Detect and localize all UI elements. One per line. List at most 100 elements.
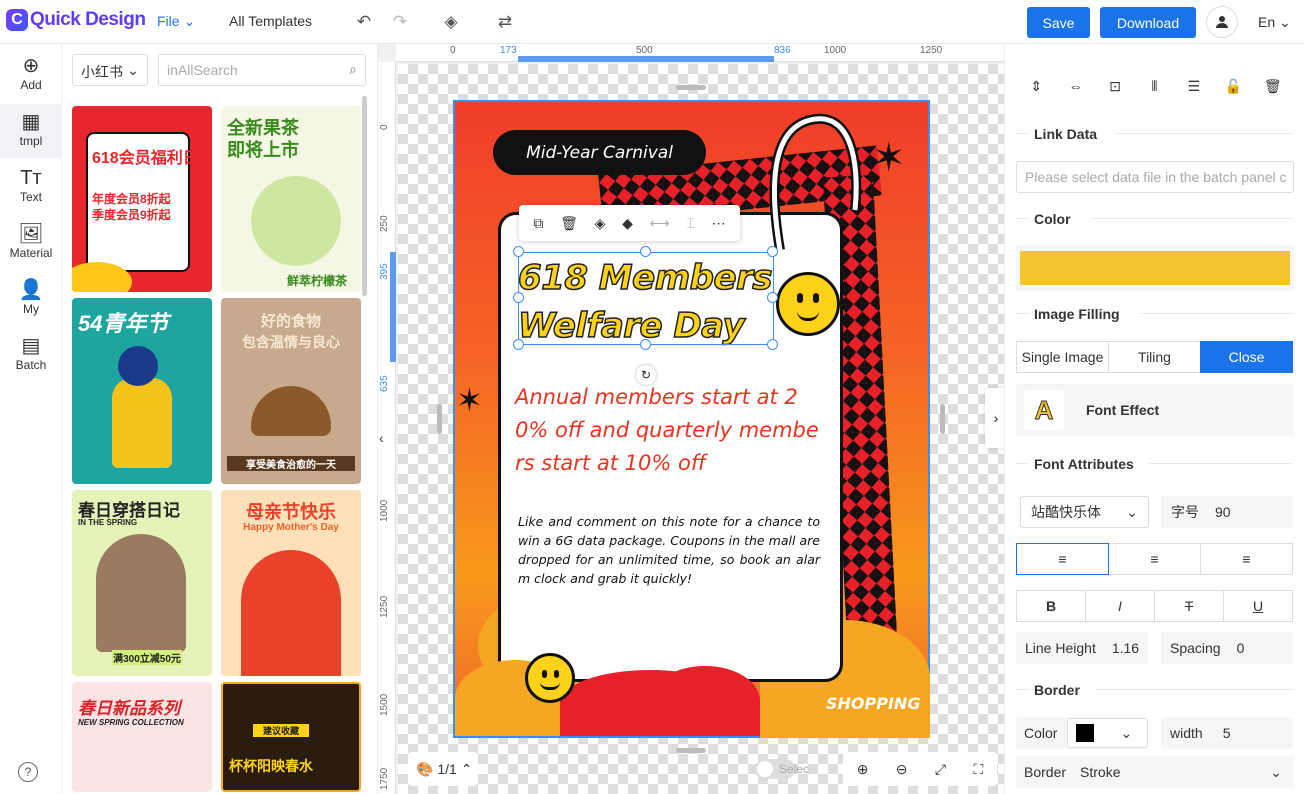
fit-screen-icon[interactable]: ⤢ [935,761,946,778]
template-search-input[interactable]: inAllSearch ⌕ [158,54,366,86]
save-button[interactable]: Save [1027,7,1090,38]
position-icon[interactable]: ⊡ [1095,66,1135,106]
undo-icon[interactable]: ↶ [353,11,375,33]
distribute-icon[interactable]: ⫴ [1134,66,1174,106]
thumb-title: 春日新品系列 [78,699,180,718]
badge-pill[interactable]: Mid-Year Carnival [493,130,706,175]
template-thumbnail[interactable]: 54青年节 [72,298,212,484]
template-thumbnail[interactable]: 全新果茶 即将上市 鲜萃柠檬茶 [221,106,361,292]
font-effect-row[interactable]: A Font Effect [1016,384,1294,436]
plus-circle-icon: ⊕ [22,55,40,77]
language-select[interactable]: En ⌄ [1258,14,1291,31]
more-icon[interactable]: ⋯ [712,215,726,232]
horizontal-spacing-icon[interactable]: ⟷ [650,215,670,232]
ruler-tick: 0 [450,45,456,56]
align-left-icon[interactable]: ≡ [1016,543,1109,575]
underline-icon[interactable]: U [1223,590,1293,622]
rail-my[interactable]: 👤 My [0,278,62,332]
template-thumbnail[interactable]: 好的食物 包含温情与良心 享受美食治愈的一天 [221,298,361,484]
template-thumbnail[interactable]: 春日新品系列 NEW SPRING COLLECTION [72,682,212,792]
spacing-field[interactable]: Spacing 0 [1161,632,1293,664]
text-icon: Tт [20,167,42,189]
translate-icon[interactable]: ⇄ [494,11,516,33]
layer-up-icon[interactable]: ◈ [595,215,606,232]
resize-handle[interactable] [767,339,778,350]
fullscreen-icon[interactable]: ⛶ [973,761,983,778]
link-data-input[interactable]: Please select data file in the batch pan… [1016,161,1294,193]
rail-tmpl[interactable]: ▦ tmpl [0,104,62,158]
font-size-field[interactable]: 字号 90 [1161,496,1293,528]
italic-icon[interactable]: I [1085,590,1155,622]
category-select[interactable]: 小红书 ⌄ [72,54,148,86]
resize-handle[interactable] [640,246,651,257]
resize-handle[interactable] [640,339,651,350]
resize-handle[interactable] [513,339,524,350]
chevron-left-icon[interactable]: ‹ [379,430,384,446]
download-button[interactable]: Download [1100,7,1196,38]
border-color-select[interactable]: ⌄ [1067,718,1148,748]
resize-handle[interactable] [767,292,778,303]
page-selector[interactable]: 🎨 1/1 ⌃ [408,752,478,786]
line-height-field[interactable]: Line Height 1.16 [1016,632,1148,664]
align-vertical-center-icon[interactable]: ⇕ [1016,66,1056,106]
zoom-in-icon[interactable]: ⊕ [857,761,869,778]
rail-add[interactable]: ⊕ Add [0,54,62,108]
tiling-option[interactable]: Tiling [1108,341,1201,373]
body-text[interactable]: Like and comment on this note for a chan… [518,512,820,588]
rail-material[interactable]: 🖼 Material [0,222,62,276]
rail-batch[interactable]: ▤ Batch [0,334,62,388]
footer-text[interactable]: SHOPPING [826,694,920,713]
align-middle-icon[interactable]: ☰ [1174,66,1214,106]
delete-icon[interactable]: 🗑 [560,215,578,232]
ruler-tick: 635 [379,375,390,392]
app-logo[interactable]: C Quick Design [6,9,146,31]
border-color-field[interactable]: Color ⌄ [1016,717,1148,749]
vertical-spacing-icon[interactable]: ⌶ [686,215,694,232]
ruler-tick: 1250 [379,595,390,618]
bold-icon[interactable]: B [1016,590,1086,622]
divider [1091,218,1293,219]
layers-icon[interactable]: ◈ [440,11,462,33]
resize-handle[interactable] [676,748,706,753]
template-thumbnail[interactable]: 建议收藏 杯杯阳映春水 [221,682,361,792]
lock-icon[interactable]: 🔓 [1213,66,1253,106]
resize-handle[interactable] [513,292,524,303]
resize-handle[interactable] [513,246,524,257]
zoom-out-icon[interactable]: ⊖ [896,761,908,778]
template-thumbnail[interactable]: 春日穿搭日记 IN THE SPRING 满300立减50元 [72,490,212,676]
resize-handle[interactable] [676,85,706,90]
smiley-sticker[interactable] [525,653,575,703]
rail-text[interactable]: Tт Text [0,166,62,220]
align-horizontal-center-icon[interactable]: ⇔ [1055,66,1095,106]
resize-handle[interactable] [767,246,778,257]
color-picker[interactable] [1016,245,1294,291]
layer-down-icon[interactable]: ◆ [622,215,633,232]
align-right-icon[interactable]: ≡ [1200,543,1293,575]
smiley-sticker[interactable] [776,272,840,336]
template-thumbnail[interactable]: 母亲节快乐 Happy Mother's Day [221,490,361,676]
border-width-field[interactable]: width 5 [1161,717,1293,749]
trash-icon[interactable]: 🗑 [1253,66,1293,106]
close-option[interactable]: Close [1200,341,1293,373]
font-attributes-title: Font Attributes [1034,456,1134,472]
smiley-mouth [540,682,560,690]
color-swatch[interactable] [1020,251,1290,285]
all-templates-link[interactable]: All Templates [229,13,312,29]
font-family-select[interactable]: 站酷快乐体 ⌄ [1020,496,1149,528]
border-type-field[interactable]: Border Stroke ⌄ [1016,756,1294,788]
cloud-shape [650,666,760,736]
resize-handle[interactable] [940,404,945,434]
help-icon[interactable]: ? [18,762,38,782]
template-thumbnail[interactable]: 618会员福利日 年度会员8折起 季度会员9折起 [72,106,212,292]
resize-handle[interactable] [437,404,442,434]
copy-icon[interactable]: ⧉ [533,215,543,232]
avatar[interactable] [1206,6,1238,38]
align-center-icon[interactable]: ≡ [1108,543,1201,575]
file-menu[interactable]: File ⌄ [157,13,195,30]
single-image-option[interactable]: Single Image [1016,341,1109,373]
redo-icon[interactable]: ↷ [389,11,411,33]
strikethrough-icon[interactable]: T [1154,590,1224,622]
select-toggle[interactable]: Selec [755,752,810,786]
template-scrollbar[interactable] [362,96,367,296]
subhead-text[interactable]: Annual members start at 20% off and quar… [515,381,821,480]
